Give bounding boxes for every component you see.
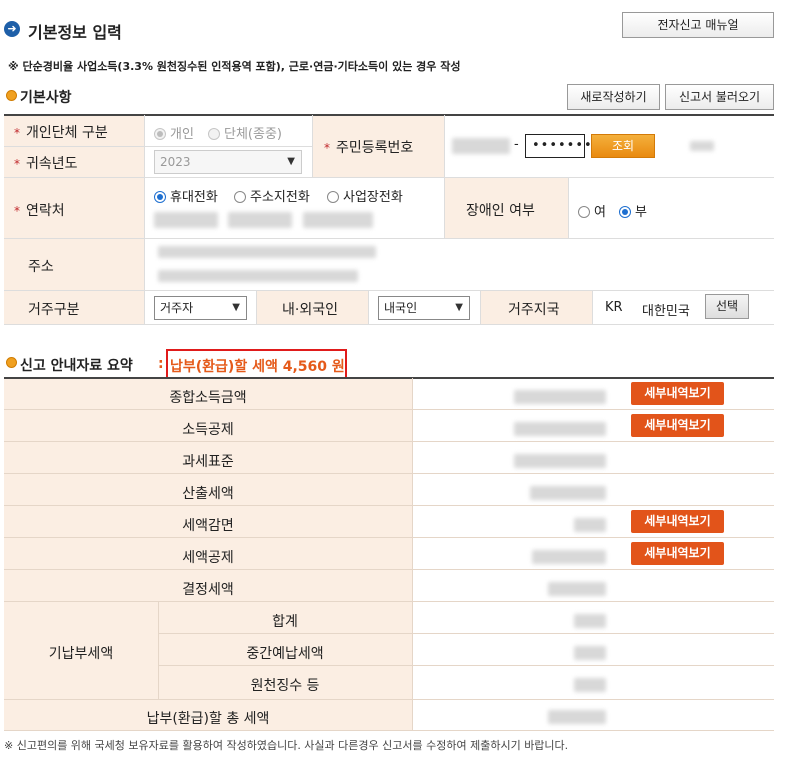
- value-redacted: [548, 710, 606, 724]
- ssn-back-input[interactable]: •••••••: [525, 134, 592, 158]
- ssn-front-redacted: [452, 138, 510, 154]
- disability-option-no[interactable]: 부: [619, 201, 647, 220]
- chevron-down-icon: ▼: [287, 156, 295, 167]
- row-label-interim-prepayment: 중간예납세액: [246, 646, 324, 662]
- footer-notice: ※ 신고편의를 위해 국세청 보유자료를 활용하여 작성하였습니다. 사실과 다…: [4, 739, 569, 752]
- residence-label: 거주구분: [28, 302, 80, 318]
- payable-tax-highlight: 납부(환급)할 세액 4,560 원: [170, 359, 345, 375]
- detail-button-tax-credit[interactable]: 세부내역보기: [631, 542, 724, 565]
- tax-year-select[interactable]: 2023 ▼: [154, 150, 302, 174]
- value-redacted: [514, 422, 606, 436]
- row-label-tax-base: 과세표준: [182, 454, 234, 470]
- residence-select[interactable]: 거주자 ▼: [154, 296, 247, 320]
- summary-top-border: [4, 377, 774, 379]
- row-label-prepaid-sum: 합계: [272, 614, 298, 630]
- row-label-tax-reduction: 세액감면: [182, 518, 234, 534]
- chevron-down-icon: ▼: [455, 302, 463, 313]
- value-redacted: [548, 582, 606, 596]
- row-label-calculated-tax: 산출세액: [182, 486, 234, 502]
- contact-option-business[interactable]: 사업장전화: [327, 186, 403, 205]
- address-line1-redacted: [158, 246, 376, 258]
- tax-year-label: * 귀속년도: [14, 156, 78, 172]
- phone-part2-redacted[interactable]: [228, 212, 292, 228]
- entity-option-individual[interactable]: 개인: [154, 123, 194, 142]
- name-redacted: [690, 141, 714, 151]
- value-redacted: [514, 454, 606, 468]
- detail-button-income-deduction[interactable]: 세부내역보기: [631, 414, 724, 437]
- page-title: 기본정보 입력: [28, 23, 122, 42]
- summary-section-title: 신고 안내자료 요약: [20, 358, 133, 374]
- arrow-right-icon: ➜: [4, 21, 20, 37]
- ssn-label: * 주민등록번호: [324, 140, 414, 156]
- country-name: 대한민국: [642, 304, 690, 319]
- address-line2-redacted: [158, 270, 358, 282]
- section-bullet-icon: [6, 357, 17, 368]
- row-label-total-payable: 납부(환급)할 총 세액: [146, 711, 270, 727]
- manual-button[interactable]: 전자신고 매뉴얼: [622, 12, 774, 38]
- ssn-dash: -: [514, 137, 519, 152]
- disability-label: 장애인 여부: [466, 203, 535, 219]
- section-bullet-icon: [6, 90, 17, 101]
- new-write-button[interactable]: 새로작성하기: [567, 84, 660, 110]
- summary-colon: :: [158, 356, 164, 372]
- chevron-down-icon: ▼: [232, 302, 240, 313]
- row-label-total-income: 종합소득금액: [169, 390, 247, 406]
- row-label-tax-credit: 세액공제: [182, 550, 234, 566]
- row-label-income-deduction: 소득공제: [182, 422, 234, 438]
- contact-option-home[interactable]: 주소지전화: [234, 186, 310, 205]
- detail-button-tax-reduction[interactable]: 세부내역보기: [631, 510, 724, 533]
- disability-option-yes[interactable]: 여: [578, 201, 606, 220]
- entity-type-label: * 개인단체 구분: [14, 125, 108, 141]
- contact-label: * 연락처: [14, 203, 65, 219]
- load-return-button[interactable]: 신고서 불러오기: [665, 84, 774, 110]
- phone-part3-redacted[interactable]: [303, 212, 373, 228]
- basic-section-title: 기본사항: [20, 90, 72, 106]
- contact-option-mobile[interactable]: 휴대전화: [154, 186, 218, 205]
- value-redacted: [530, 486, 606, 500]
- table-top-border: [4, 114, 774, 116]
- row-label-determined-tax: 결정세액: [182, 582, 234, 598]
- nationality-select[interactable]: 내국인 ▼: [378, 296, 470, 320]
- value-redacted: [574, 518, 606, 532]
- value-redacted: [514, 390, 606, 404]
- value-redacted: [574, 678, 606, 692]
- value-redacted: [574, 614, 606, 628]
- lookup-button[interactable]: 조회: [591, 134, 655, 158]
- row-label-prepaid-tax: 기납부세액: [48, 646, 114, 662]
- phone-part1-redacted[interactable]: [154, 212, 218, 228]
- address-label: 주소: [28, 259, 54, 275]
- entity-option-group[interactable]: 단체(종중): [208, 123, 282, 142]
- detail-button-total-income[interactable]: 세부내역보기: [631, 382, 724, 405]
- value-redacted: [532, 550, 606, 564]
- country-label: 거주지국: [508, 302, 560, 318]
- notice-text: ※ 단순경비율 사업소득(3.3% 원천징수된 인적용역 포함), 근로·연금·…: [8, 60, 461, 73]
- nationality-label: 내·외국인: [282, 302, 338, 318]
- row-label-withholding: 원천징수 등: [250, 678, 320, 694]
- country-select-button[interactable]: 선택: [705, 294, 749, 319]
- value-redacted: [574, 646, 606, 660]
- country-code: KR: [605, 300, 623, 315]
